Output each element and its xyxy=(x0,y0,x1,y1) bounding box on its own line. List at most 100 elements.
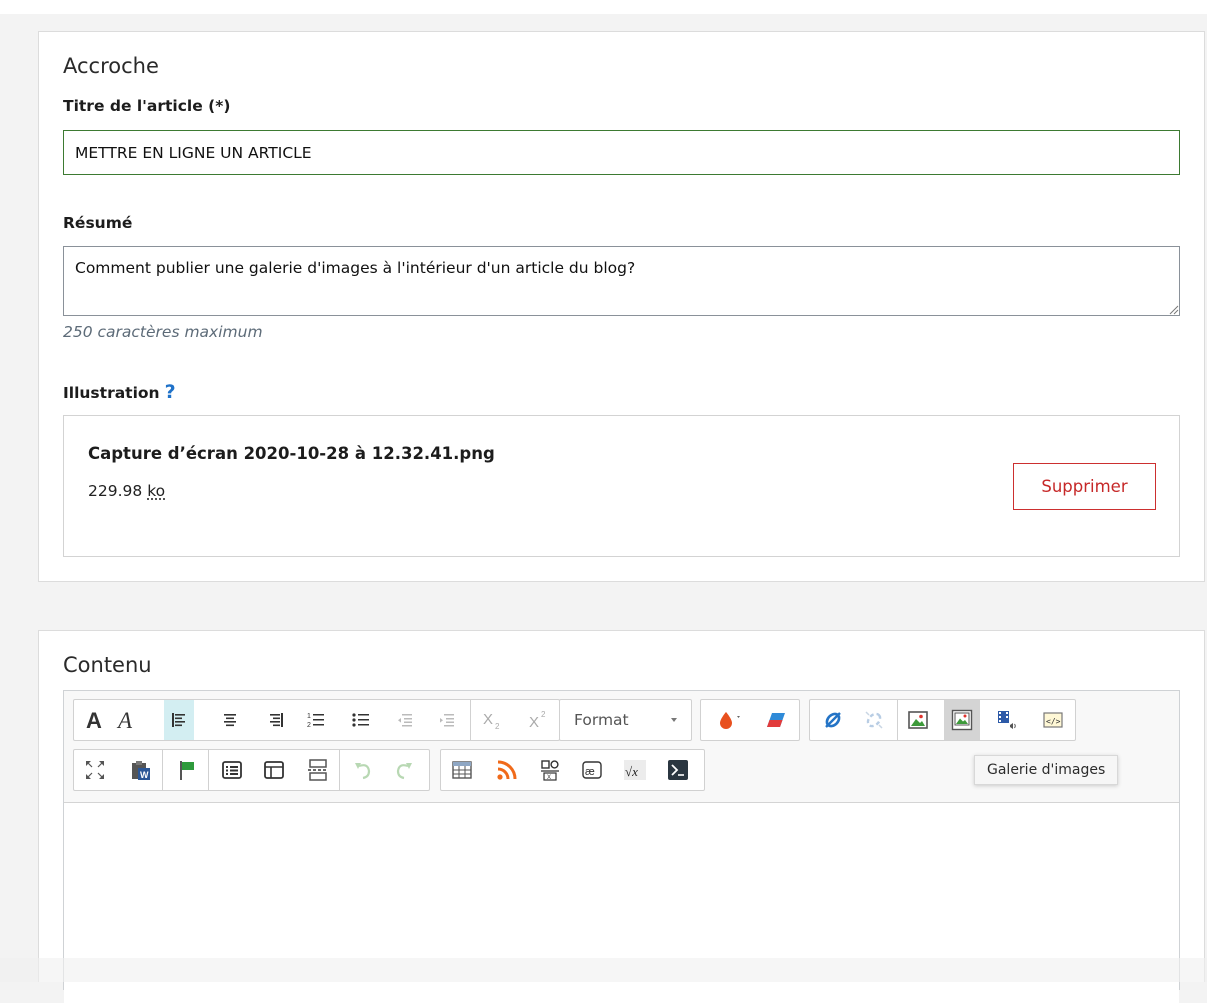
template-icon xyxy=(264,761,284,779)
terminal-icon xyxy=(668,760,688,780)
toolbar-separator xyxy=(470,700,471,740)
title-input[interactable] xyxy=(63,130,1180,175)
video-button[interactable] xyxy=(992,700,1022,740)
link-button[interactable] xyxy=(818,700,848,740)
toolbar-group-media: </> xyxy=(809,699,1076,741)
summary-textarea[interactable]: Comment publier une galerie d'images à l… xyxy=(63,246,1180,316)
list-block-button[interactable] xyxy=(217,750,247,790)
toolbar-separator xyxy=(339,750,340,790)
bulleted-list-icon xyxy=(352,713,369,727)
remove-format-button[interactable] xyxy=(761,700,791,740)
editor-content-area[interactable] xyxy=(64,803,1179,1003)
undo-button[interactable] xyxy=(348,750,378,790)
link-icon xyxy=(825,712,841,728)
anchor-button[interactable] xyxy=(172,750,202,790)
ligature-ae-icon: æ xyxy=(582,761,602,779)
source-button[interactable]: </> xyxy=(1038,700,1068,740)
page-break-icon xyxy=(308,759,328,781)
illustration-label: Illustration xyxy=(63,384,160,402)
image-gallery-tooltip: Galerie d'images xyxy=(974,755,1119,785)
outdent-button[interactable] xyxy=(390,700,420,740)
table-button[interactable] xyxy=(447,750,477,790)
indent-icon xyxy=(440,714,454,727)
svg-text:2: 2 xyxy=(541,710,546,719)
align-right-button[interactable] xyxy=(261,700,291,740)
svg-text:1: 1 xyxy=(307,713,311,720)
file-name: Capture d’écran 2020-10-28 à 12.32.41.pn… xyxy=(88,444,495,463)
help-icon[interactable]: ? xyxy=(165,381,176,403)
indent-button[interactable] xyxy=(432,700,462,740)
eraser-icon xyxy=(767,713,785,727)
bold-button[interactable]: A xyxy=(80,700,110,740)
ligature-ae-button[interactable]: æ xyxy=(577,750,607,790)
table-icon xyxy=(452,761,472,779)
terminal-button[interactable] xyxy=(663,750,693,790)
image-icon xyxy=(908,711,928,729)
toolbar-separator xyxy=(208,750,209,790)
undo-icon xyxy=(355,763,371,780)
image-gallery-button[interactable] xyxy=(944,700,980,740)
subscript-icon: X2 xyxy=(483,711,500,730)
numbered-list-button[interactable]: 12 xyxy=(301,700,331,740)
italic-button[interactable]: A xyxy=(111,700,141,740)
illustration-label-row: Illustration? xyxy=(63,381,176,403)
delete-button[interactable]: Supprimer xyxy=(1013,463,1156,510)
subscript-button[interactable]: X2 xyxy=(478,700,508,740)
format-dropdown-label: Format xyxy=(574,711,629,729)
align-left-button[interactable] xyxy=(164,700,194,740)
editor-toolbar: A A 1 2 X 2 X 2 Format </> W X æ √x Gale… xyxy=(64,691,1179,803)
chevron-down-icon xyxy=(671,718,677,722)
contenu-panel: Contenu A A 1 2 X 2 X 2 Format </> W X æ… xyxy=(38,630,1205,1003)
toolbar-group-insert: X æ √x xyxy=(440,749,705,791)
image-button[interactable] xyxy=(903,700,933,740)
paste-from-word-button[interactable]: W xyxy=(126,750,156,790)
list-block-icon xyxy=(222,761,242,779)
math-formula-button[interactable]: √x xyxy=(620,750,650,790)
resize-grip-icon[interactable] xyxy=(1169,305,1179,315)
maximize-button[interactable] xyxy=(80,750,110,790)
toolbar-group-tools: W xyxy=(73,749,430,791)
redo-icon xyxy=(396,763,412,780)
bulleted-list-button[interactable] xyxy=(346,700,376,740)
redo-button[interactable] xyxy=(389,750,419,790)
align-center-button[interactable] xyxy=(215,700,245,740)
align-center-icon xyxy=(224,714,236,727)
page-break-button[interactable] xyxy=(303,750,333,790)
outdent-icon xyxy=(398,714,412,727)
format-dropdown[interactable]: Format xyxy=(559,699,692,741)
align-right-icon xyxy=(270,713,283,727)
italic-icon: A xyxy=(116,709,133,731)
maximize-icon xyxy=(86,761,104,779)
section-title-contenu: Contenu xyxy=(63,653,152,677)
accroche-panel: Accroche Titre de l'article (*) Résumé C… xyxy=(38,31,1205,582)
template-button[interactable] xyxy=(259,750,289,790)
source-code-icon: </> xyxy=(1043,712,1063,728)
unlink-button[interactable] xyxy=(859,700,889,740)
section-title-accroche: Accroche xyxy=(63,54,159,78)
summary-hint: 250 caractères maximum xyxy=(63,323,263,341)
toolbar-separator xyxy=(162,750,163,790)
summary-label: Résumé xyxy=(63,214,133,232)
flag-icon xyxy=(180,761,194,780)
superscript-button[interactable]: X2 xyxy=(524,700,554,740)
svg-text:</>: </> xyxy=(1046,717,1061,726)
svg-text:æ: æ xyxy=(585,766,595,778)
special-char-box-button[interactable]: X xyxy=(535,750,565,790)
align-left-icon xyxy=(172,713,185,727)
rss-button[interactable] xyxy=(492,750,522,790)
file-size: 229.98 ko xyxy=(88,482,165,500)
svg-text:X: X xyxy=(483,711,493,728)
attached-file-card: Capture d’écran 2020-10-28 à 12.32.41.pn… xyxy=(63,415,1180,557)
file-size-value: 229.98 xyxy=(88,482,143,500)
image-gallery-icon xyxy=(951,709,973,731)
svg-text:√x: √x xyxy=(625,764,638,779)
svg-text:A: A xyxy=(116,709,133,731)
top-strip xyxy=(0,0,1207,14)
numbered-list-icon: 12 xyxy=(307,713,324,729)
text-color-button[interactable] xyxy=(711,700,751,740)
rich-text-editor: A A 1 2 X 2 X 2 Format </> W X æ √x Gale… xyxy=(63,690,1180,1003)
unlink-icon xyxy=(865,711,883,729)
svg-text:X: X xyxy=(529,714,539,730)
svg-text:W: W xyxy=(140,770,149,780)
toolbar-separator xyxy=(897,700,898,740)
